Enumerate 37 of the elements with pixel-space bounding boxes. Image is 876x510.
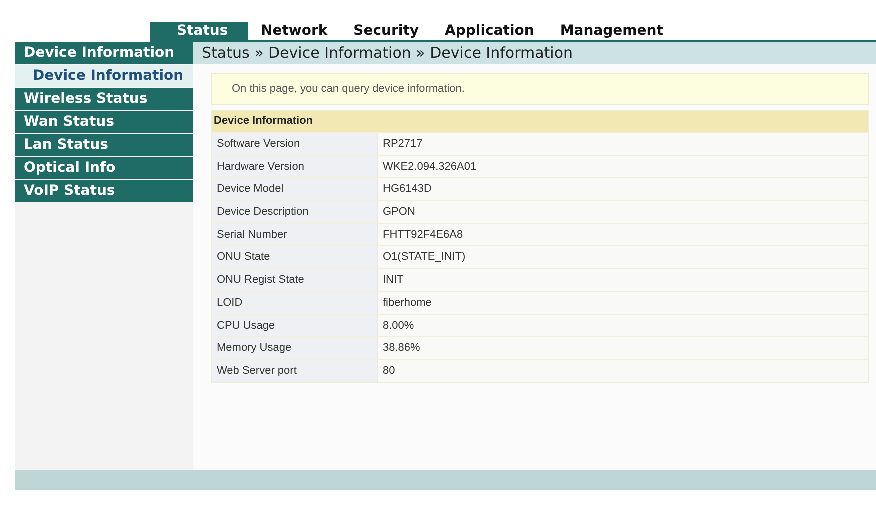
sidebar-item[interactable]: Wan Status <box>15 111 193 133</box>
row-value: GPON <box>377 201 868 223</box>
row-value: WKE2.094.326A01 <box>377 156 868 178</box>
nav-tab[interactable]: Security <box>340 22 432 40</box>
row-label: Serial Number <box>212 224 377 246</box>
sidebar-header: Device Information <box>15 42 193 64</box>
row-value: 80 <box>377 360 868 382</box>
nav-tab[interactable]: Status <box>150 22 248 40</box>
row-value: O1(STATE_INIT) <box>377 246 868 268</box>
row-label: CPU Usage <box>212 314 377 336</box>
row-value: 8.00% <box>377 314 868 336</box>
sidebar-item[interactable]: Device Information <box>15 65 193 87</box>
nav-tab[interactable]: Application <box>432 22 548 40</box>
row-value: INIT <box>377 269 868 291</box>
row-label: ONU State <box>212 246 377 268</box>
nav-tab[interactable]: Network <box>248 22 341 40</box>
sidebar-item[interactable]: Wireless Status <box>15 88 193 110</box>
nav-tab[interactable]: Management <box>547 22 676 40</box>
row-label: Web Server port <box>212 360 377 382</box>
table-header: Device Information <box>212 111 868 132</box>
row-label: Hardware Version <box>212 156 377 178</box>
row-value: FHTT92F4E6A8 <box>377 224 868 246</box>
sidebar-item[interactable]: VoIP Status <box>15 180 193 202</box>
row-value: HG6143D <box>377 178 868 200</box>
row-label: Software Version <box>212 133 377 155</box>
row-label: Memory Usage <box>212 337 377 359</box>
sidebar-item[interactable]: Lan Status <box>15 134 193 156</box>
row-value: RP2717 <box>377 133 868 155</box>
row-label: LOID <box>212 292 377 314</box>
info-notice: On this page, you can query device information. <box>211 73 869 105</box>
row-label: Device Description <box>212 201 377 223</box>
row-label: ONU Regist State <box>212 269 377 291</box>
sidebar-item[interactable]: Optical Info <box>15 157 193 179</box>
row-label: Device Model <box>212 178 377 200</box>
row-value: fiberhome <box>377 292 868 314</box>
row-value: 38.86% <box>377 337 868 359</box>
breadcrumb-bar: Status » Device Information » Device Information <box>193 42 876 64</box>
